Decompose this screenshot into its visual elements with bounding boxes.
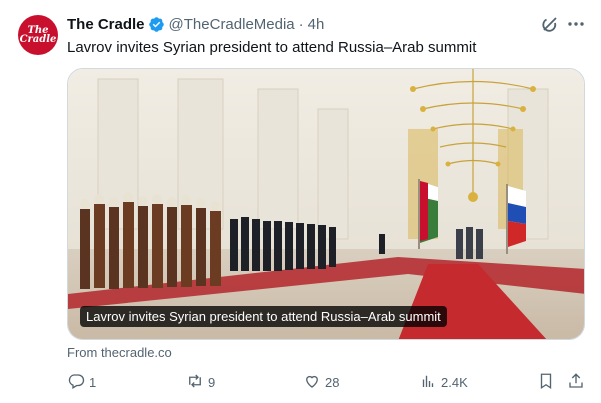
author-name[interactable]: The Cradle — [67, 16, 145, 33]
like-count: 28 — [325, 374, 340, 390]
views-button[interactable]: 2.4K — [419, 372, 468, 392]
like-icon — [303, 372, 321, 393]
tweet-header: The Cradle @TheCradleMedia · 4h — [67, 14, 324, 34]
grok-icon[interactable] — [540, 14, 560, 34]
card-caption: Lavrov invites Syrian president to atten… — [80, 306, 447, 327]
author-handle[interactable]: @TheCradleMedia — [169, 16, 295, 33]
avatar[interactable]: The Cradle — [18, 15, 58, 55]
repost-button[interactable]: 9 — [186, 372, 215, 392]
more-icon[interactable] — [566, 14, 586, 34]
avatar-text: The Cradle — [19, 25, 57, 45]
reply-button[interactable]: 1 — [67, 372, 96, 392]
tweet[interactable]: The Cradle The Cradle @TheCradleMedia · … — [0, 0, 601, 403]
share-icon — [567, 372, 585, 393]
repost-count: 9 — [208, 374, 216, 390]
bookmark-button[interactable] — [537, 372, 555, 392]
verified-badge-icon — [148, 16, 165, 33]
timestamp[interactable]: 4h — [308, 16, 325, 33]
link-card[interactable]: Lavrov invites Syrian president to atten… — [67, 68, 585, 340]
action-bar: 1 9 28 2.4K — [67, 372, 585, 392]
repost-icon — [186, 372, 204, 393]
separator: · — [298, 15, 304, 33]
like-button[interactable]: 28 — [303, 372, 339, 392]
views-icon — [419, 372, 437, 393]
card-photo — [68, 69, 584, 339]
bookmark-icon — [537, 372, 555, 393]
reply-count: 1 — [89, 374, 97, 390]
card-source[interactable]: From thecradle.co — [67, 345, 172, 360]
views-count: 2.4K — [441, 374, 468, 390]
reply-icon — [67, 372, 85, 393]
share-button[interactable] — [567, 372, 585, 392]
tweet-text: Lavrov invites Syrian president to atten… — [67, 39, 477, 56]
